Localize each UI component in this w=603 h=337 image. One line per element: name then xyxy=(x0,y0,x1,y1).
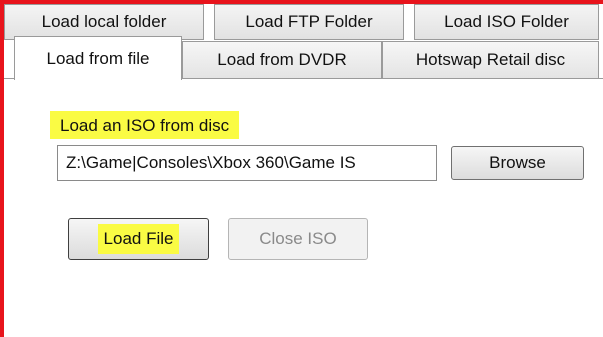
close-iso-button[interactable]: Close ISO xyxy=(228,218,368,260)
load-file-button[interactable]: Load File xyxy=(68,218,209,260)
iso-loader-window: Load local folder Load FTP Folder Load I… xyxy=(0,0,603,337)
browse-button[interactable]: Browse xyxy=(451,146,584,180)
tab-load-from-dvdr[interactable]: Load from DVDR xyxy=(182,41,382,79)
load-file-label: Load File xyxy=(97,224,180,254)
tab-load-local-folder[interactable]: Load local folder xyxy=(4,4,204,40)
tab-load-iso-folder[interactable]: Load ISO Folder xyxy=(414,4,599,40)
tab-load-from-file[interactable]: Load from file xyxy=(14,36,182,80)
tab-hotswap-retail-disc[interactable]: Hotswap Retail disc xyxy=(382,41,599,79)
tab-load-ftp-folder[interactable]: Load FTP Folder xyxy=(214,4,404,40)
iso-path-input[interactable] xyxy=(57,145,437,181)
section-label-load-iso: Load an ISO from disc xyxy=(50,111,240,139)
